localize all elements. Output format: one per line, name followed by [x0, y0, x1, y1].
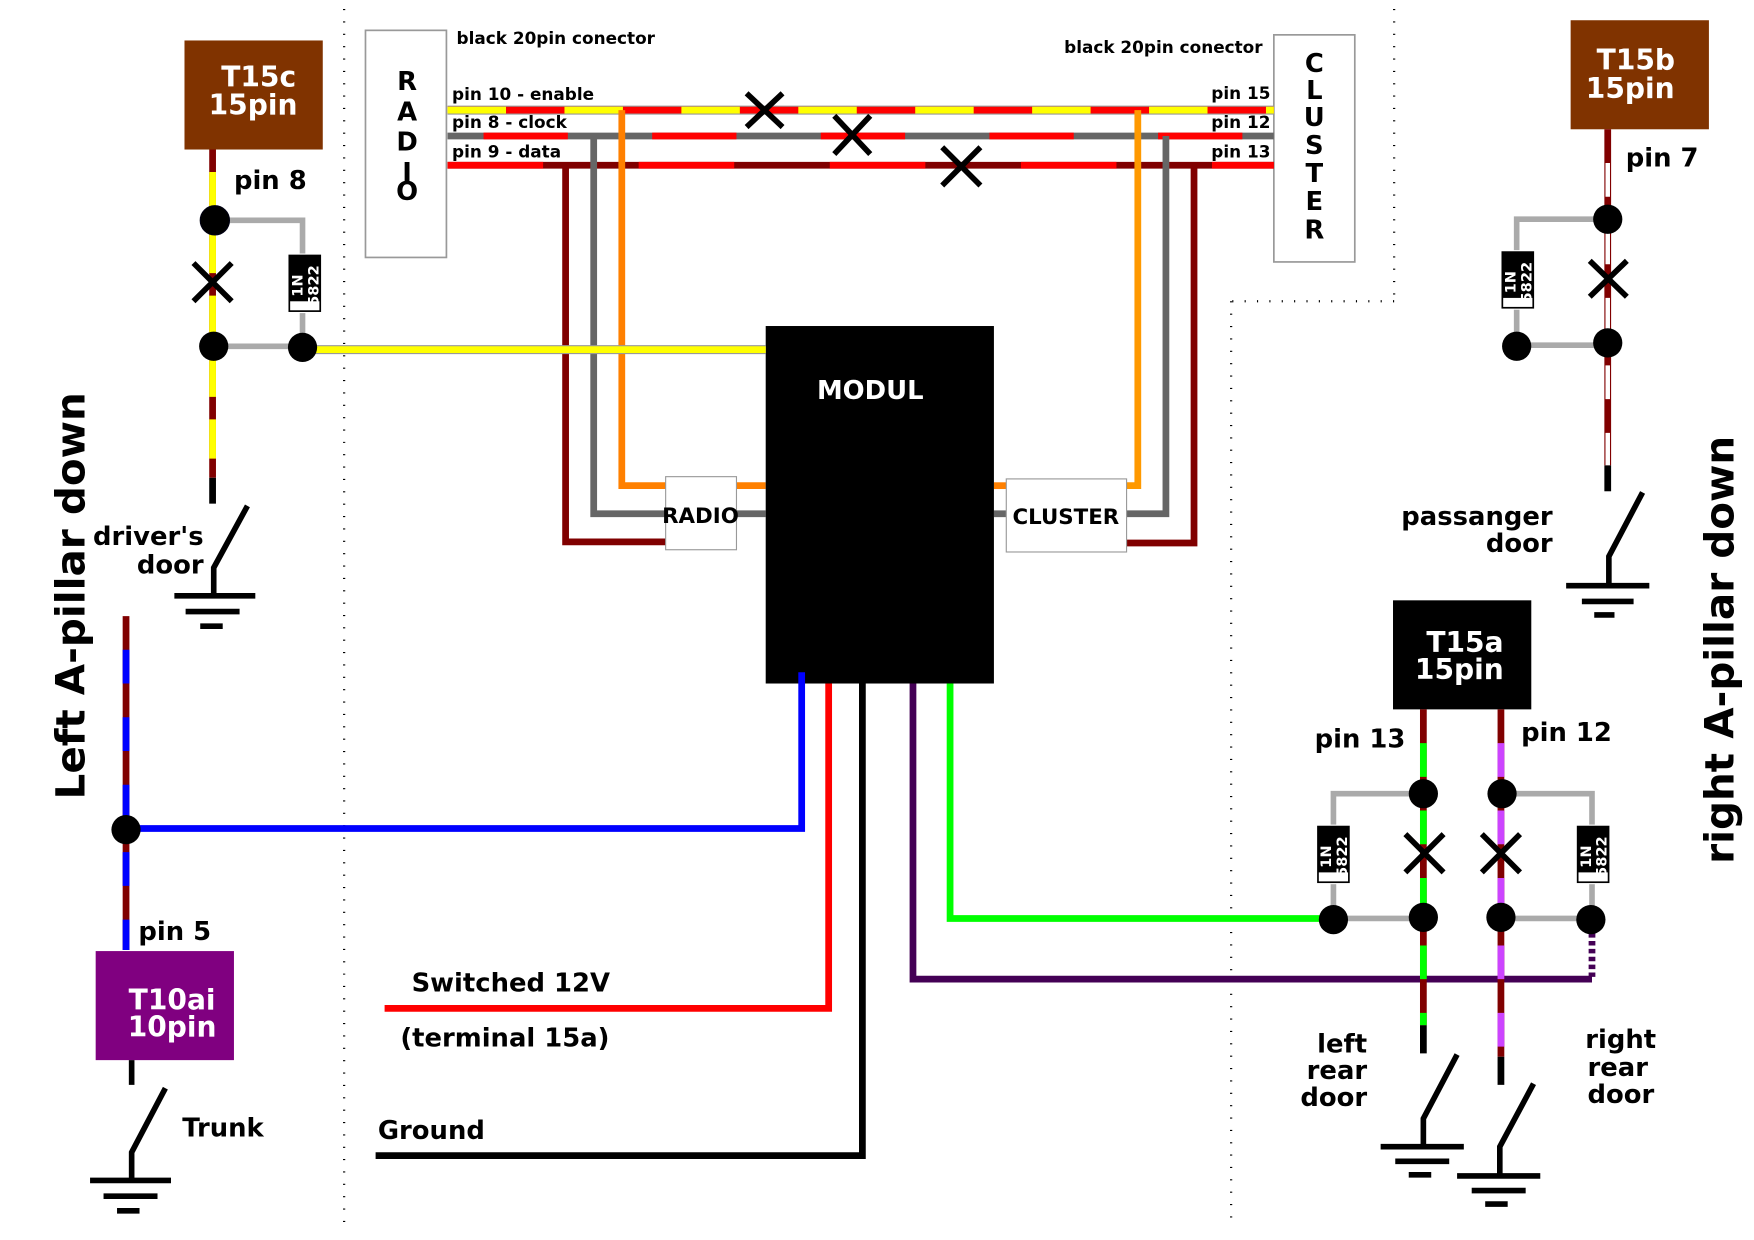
svg-text:C: C [1305, 49, 1324, 79]
svg-text:5822: 5822 [1594, 836, 1611, 877]
svg-text:S: S [1305, 131, 1324, 161]
svg-text:T: T [1305, 159, 1323, 189]
passenger-door-label-1: passanger [1401, 502, 1553, 532]
diode-icon: 1N 5822 [1500, 250, 1535, 310]
trunk-switch-icon [90, 1060, 171, 1214]
junction-icon [1593, 204, 1623, 234]
t15a-pins: 15pin [1415, 653, 1504, 686]
junction-icon [1486, 902, 1516, 932]
junction-icon [199, 331, 229, 361]
radio-pin-data: pin 9 - data [452, 141, 561, 161]
junction-icon [1576, 904, 1606, 935]
svg-text:1N: 1N [1503, 271, 1520, 293]
svg-text:5822: 5822 [1334, 836, 1351, 877]
cluster-pin-12: pin 12 [1211, 112, 1270, 132]
cluster-branch-wires [993, 110, 1198, 547]
radio-unit-label: R A D I O [396, 67, 418, 207]
ground-label: Ground [378, 1116, 485, 1146]
drivers-door-label-1: driver's [93, 522, 204, 552]
drivers-door-label-2: door [137, 550, 204, 580]
right-rear-door-label-1: right [1585, 1025, 1656, 1055]
junction-icon [1408, 779, 1438, 809]
svg-text:U: U [1304, 103, 1325, 133]
t10ai-pins: 10pin [128, 1011, 217, 1044]
svg-text:1N: 1N [1318, 845, 1335, 867]
module-radio-port-label: RADIO [662, 504, 739, 529]
cluster-pin-15: pin 15 [1211, 83, 1270, 103]
svg-text:5822: 5822 [305, 265, 322, 306]
junction-icon [111, 815, 141, 845]
radio-pin-clock: pin 8 - clock [452, 112, 568, 132]
junction-icon [1318, 904, 1349, 935]
t15c-pins: 15pin [209, 89, 298, 122]
svg-text:D: D [396, 128, 417, 158]
junction-icon [287, 332, 318, 362]
svg-text:O: O [396, 177, 418, 207]
junction-icon [1502, 331, 1532, 361]
radio-pin-enable: pin 10 - enable [452, 84, 594, 104]
svg-text:E: E [1305, 187, 1323, 217]
left-rear-door-switch-icon [1380, 1053, 1464, 1178]
passenger-door-switch-icon [1566, 491, 1650, 618]
left-a-pillar-label: Left A-pillar down [46, 392, 94, 799]
junction-icon [1408, 902, 1438, 932]
module-label: MODUL [817, 376, 924, 406]
t10ai-pin-label: pin 5 [138, 917, 211, 947]
junction-icon [1487, 779, 1517, 809]
blue-wire [126, 672, 806, 832]
svg-text:1N: 1N [1578, 845, 1595, 867]
svg-text:A: A [397, 97, 417, 127]
right-a-pillar-label: right A-pillar down [1696, 436, 1744, 864]
diode-icon: 1N 5822 [1316, 824, 1351, 885]
t15b-pin-label: pin 7 [1626, 143, 1699, 173]
radio-connector-label: black 20pin conector [457, 28, 656, 48]
right-rear-door-label-3: door [1587, 1080, 1654, 1110]
trunk-label: Trunk [182, 1114, 264, 1144]
left-rear-door-label-3: door [1300, 1083, 1367, 1113]
purple-wire [909, 683, 1592, 983]
svg-text:5822: 5822 [1518, 262, 1535, 303]
junction-icon [1593, 328, 1623, 358]
svg-text:L: L [1306, 76, 1322, 106]
right-rear-door-label-2: rear [1587, 1053, 1648, 1083]
switched-12v-wire [384, 683, 833, 1012]
t15b-pins: 15pin [1586, 72, 1675, 105]
t15a-pin13-label: pin 13 [1315, 725, 1406, 755]
diode-icon: 1N 5822 [287, 253, 322, 314]
green-wire [946, 683, 1334, 922]
wiring-diagram: R A D I O C L U S T E R black 20pin cone… [46, 8, 1744, 1226]
bus-wires [447, 105, 1274, 169]
left-rear-door-label-1: left [1317, 1029, 1367, 1059]
svg-text:1N: 1N [290, 274, 307, 296]
cluster-connector-label: black 20pin conector [1064, 37, 1263, 57]
passenger-door-label-2: door [1486, 529, 1553, 559]
junction-icon [199, 205, 231, 236]
cluster-unit-label: C L U S T E R [1304, 49, 1325, 245]
t15a-pin12-label: pin 12 [1521, 718, 1612, 748]
diode-icon: 1N 5822 [1575, 824, 1611, 885]
right-rear-door-switch-icon [1457, 1082, 1541, 1207]
switched-12v-label: Switched 12V [412, 969, 610, 999]
terminal-15a-label: (terminal 15a) [400, 1024, 609, 1054]
svg-text:R: R [397, 67, 417, 97]
ground-wire [375, 683, 866, 1160]
left-rear-door-label-2: rear [1307, 1056, 1368, 1086]
cluster-pin-13: pin 13 [1211, 141, 1270, 161]
module-cluster-port-label: CLUSTER [1012, 505, 1119, 530]
t15c-pin-label: pin 8 [234, 166, 307, 196]
svg-text:R: R [1304, 215, 1324, 245]
